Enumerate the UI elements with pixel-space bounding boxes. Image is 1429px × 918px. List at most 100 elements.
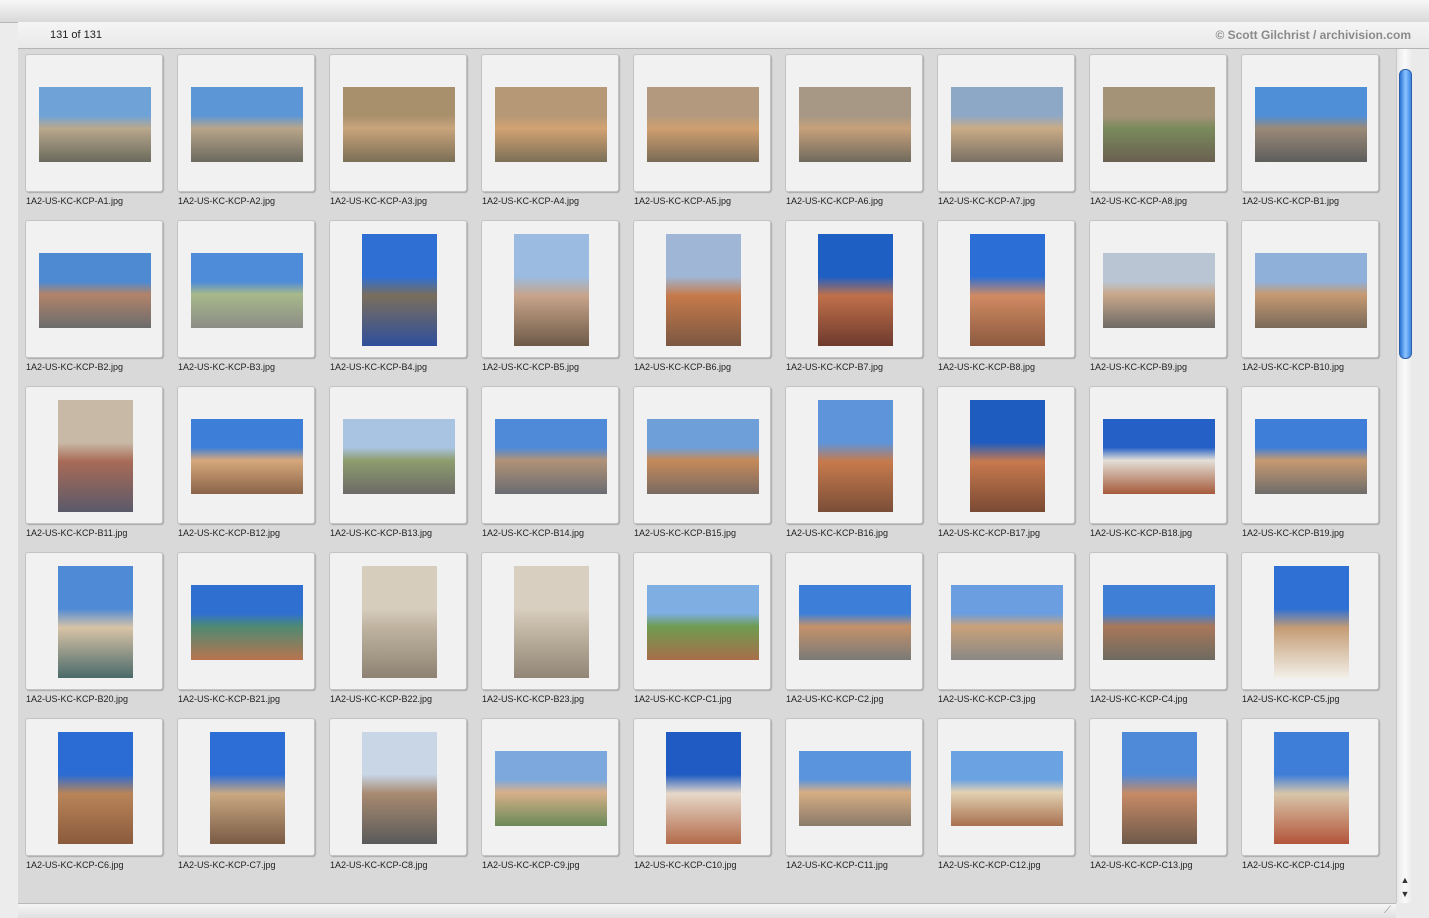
thumbnail-image[interactable] [665,732,741,844]
thumbnail-item[interactable]: 1A2-US-KC-KCP-B6.jpg [633,220,773,384]
thumbnail-item[interactable]: 1A2-US-KC-KCP-B18.jpg [1089,386,1229,550]
thumbnail-item[interactable]: 1A2-US-KC-KCP-B16.jpg [785,386,925,550]
slide-mount[interactable] [481,718,619,856]
thumbnail-image[interactable] [39,86,151,162]
slide-mount[interactable] [25,718,163,856]
slide-mount[interactable] [937,718,1075,856]
slide-mount[interactable] [785,718,923,856]
slide-mount[interactable] [481,220,619,358]
thumbnail-image[interactable] [513,234,589,346]
thumbnail-item[interactable]: 1A2-US-KC-KCP-B4.jpg [329,220,469,384]
thumbnail-image[interactable] [799,750,911,826]
thumbnail-image[interactable] [495,750,607,826]
thumbnail-image[interactable] [799,584,911,660]
thumbnail-item[interactable]: 1A2-US-KC-KCP-C3.jpg [937,552,1077,716]
thumbnail-image[interactable] [951,86,1063,162]
thumbnail-image[interactable] [57,732,133,844]
thumbnail-image[interactable] [1273,566,1349,678]
thumbnail-image[interactable] [57,566,133,678]
slide-mount[interactable] [481,552,619,690]
slide-mount[interactable] [177,552,315,690]
slide-mount[interactable] [937,54,1075,192]
slide-mount[interactable] [633,718,771,856]
thumbnail-image[interactable] [191,584,303,660]
thumbnail-item[interactable]: 1A2-US-KC-KCP-C13.jpg [1089,718,1229,882]
slide-mount[interactable] [25,386,163,524]
vertical-scrollbar[interactable]: ▲ ▼ [1396,49,1413,903]
thumbnail-item[interactable]: 1A2-US-KC-KCP-C2.jpg [785,552,925,716]
thumbnail-item[interactable]: 1A2-US-KC-KCP-A7.jpg [937,54,1077,218]
slide-mount[interactable] [1089,718,1227,856]
slide-mount[interactable] [1241,220,1379,358]
thumbnail-item[interactable]: 1A2-US-KC-KCP-C5.jpg [1241,552,1381,716]
thumbnail-image[interactable] [1103,252,1215,328]
slide-mount[interactable] [785,386,923,524]
thumbnail-item[interactable]: 1A2-US-KC-KCP-B17.jpg [937,386,1077,550]
slide-mount[interactable] [177,54,315,192]
scroll-down-arrow-icon[interactable]: ▼ [1397,887,1413,901]
thumbnail-image[interactable] [513,566,589,678]
slide-mount[interactable] [633,220,771,358]
thumbnail-image[interactable] [647,584,759,660]
thumbnail-item[interactable]: 1A2-US-KC-KCP-B3.jpg [177,220,317,384]
thumbnail-item[interactable]: 1A2-US-KC-KCP-C8.jpg [329,718,469,882]
thumbnail-item[interactable]: 1A2-US-KC-KCP-B14.jpg [481,386,621,550]
thumbnail-image[interactable] [817,400,893,512]
thumbnail-item[interactable]: 1A2-US-KC-KCP-A1.jpg [25,54,165,218]
slide-mount[interactable] [329,54,467,192]
thumbnail-image[interactable] [1121,732,1197,844]
thumbnail-image[interactable] [1255,252,1367,328]
window-title-bar[interactable] [0,0,1429,23]
slide-mount[interactable] [25,552,163,690]
thumbnail-image[interactable] [361,732,437,844]
thumbnail-item[interactable]: 1A2-US-KC-KCP-B10.jpg [1241,220,1381,384]
thumbnail-item[interactable]: 1A2-US-KC-KCP-C1.jpg [633,552,773,716]
slide-mount[interactable] [177,220,315,358]
slide-mount[interactable] [633,386,771,524]
slide-mount[interactable] [785,552,923,690]
thumbnail-image[interactable] [1103,418,1215,494]
thumbnail-image[interactable] [191,418,303,494]
slide-mount[interactable] [785,220,923,358]
thumbnail-image[interactable] [191,86,303,162]
thumbnail-item[interactable]: 1A2-US-KC-KCP-B7.jpg [785,220,925,384]
slide-mount[interactable] [329,718,467,856]
thumbnail-item[interactable]: 1A2-US-KC-KCP-A4.jpg [481,54,621,218]
thumbnail-image[interactable] [647,418,759,494]
thumbnail-image[interactable] [57,400,133,512]
slide-mount[interactable] [1241,552,1379,690]
slide-mount[interactable] [25,220,163,358]
slide-mount[interactable] [785,54,923,192]
thumbnail-item[interactable]: 1A2-US-KC-KCP-C9.jpg [481,718,621,882]
thumbnail-image[interactable] [495,418,607,494]
slide-mount[interactable] [937,386,1075,524]
slide-mount[interactable] [633,54,771,192]
slide-mount[interactable] [1241,54,1379,192]
thumbnail-item[interactable]: 1A2-US-KC-KCP-B15.jpg [633,386,773,550]
slide-mount[interactable] [481,54,619,192]
thumbnail-item[interactable]: 1A2-US-KC-KCP-B11.jpg [25,386,165,550]
thumbnail-image[interactable] [647,86,759,162]
slide-mount[interactable] [1089,220,1227,358]
scroll-up-arrow-icon[interactable]: ▲ [1397,873,1413,887]
thumbnail-item[interactable]: 1A2-US-KC-KCP-B20.jpg [25,552,165,716]
thumbnail-item[interactable]: 1A2-US-KC-KCP-C10.jpg [633,718,773,882]
resize-grip-icon[interactable]: ⟋ [1384,906,1394,916]
thumbnail-item[interactable]: 1A2-US-KC-KCP-C4.jpg [1089,552,1229,716]
thumbnail-image[interactable] [39,252,151,328]
slide-mount[interactable] [1089,386,1227,524]
slide-mount[interactable] [25,54,163,192]
thumbnail-image[interactable] [951,584,1063,660]
thumbnail-item[interactable]: 1A2-US-KC-KCP-B1.jpg [1241,54,1381,218]
thumbnail-item[interactable]: 1A2-US-KC-KCP-C14.jpg [1241,718,1381,882]
thumbnail-image[interactable] [361,234,437,346]
thumbnail-item[interactable]: 1A2-US-KC-KCP-C11.jpg [785,718,925,882]
slide-mount[interactable] [1089,552,1227,690]
thumbnail-item[interactable]: 1A2-US-KC-KCP-B21.jpg [177,552,317,716]
thumbnail-image[interactable] [1255,86,1367,162]
thumbnail-item[interactable]: 1A2-US-KC-KCP-B19.jpg [1241,386,1381,550]
thumbnail-image[interactable] [191,252,303,328]
slide-mount[interactable] [177,386,315,524]
thumbnail-item[interactable]: 1A2-US-KC-KCP-B8.jpg [937,220,1077,384]
thumbnail-image[interactable] [951,750,1063,826]
